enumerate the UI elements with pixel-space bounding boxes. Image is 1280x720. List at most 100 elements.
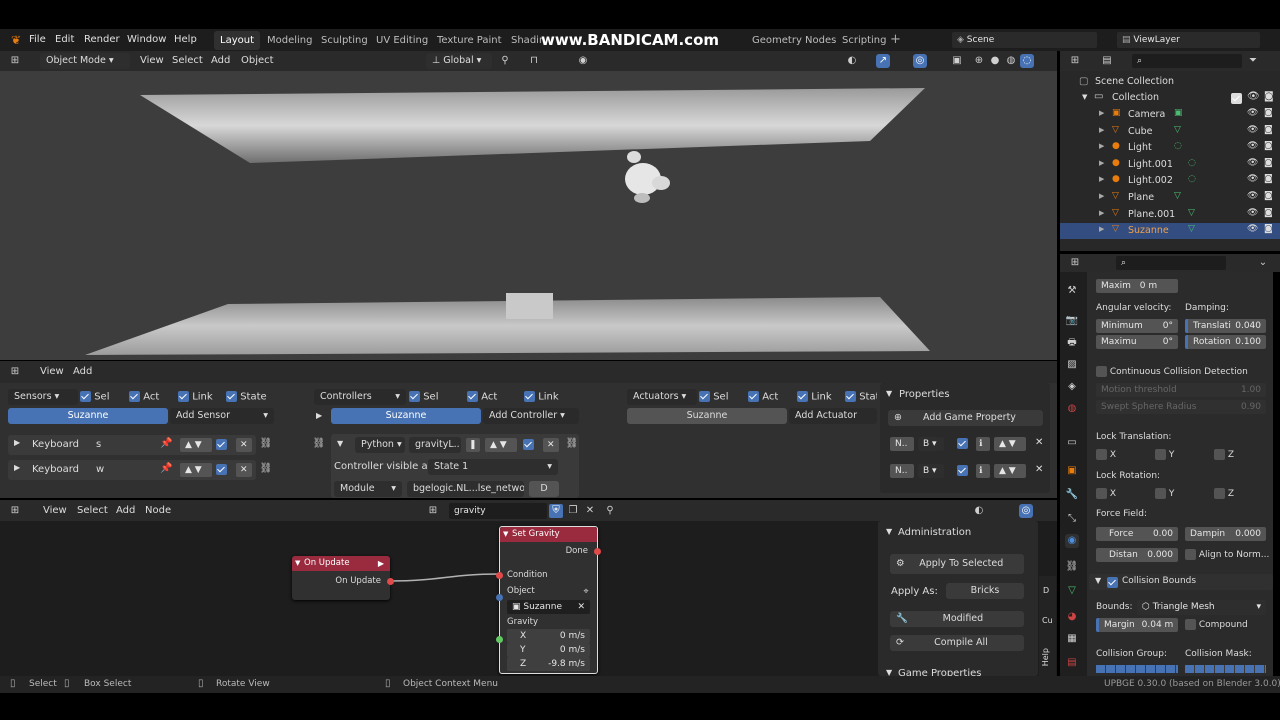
apply-as-dropdown[interactable]: Bricks: [946, 583, 1024, 599]
eyedropper-icon[interactable]: ⌖: [579, 585, 593, 599]
menu-file[interactable]: File: [29, 29, 46, 51]
game-property-debug-checkbox[interactable]: [957, 465, 968, 476]
expand-icon[interactable]: ▶: [316, 411, 322, 420]
sensors-object-button[interactable]: Suzanne: [8, 408, 168, 424]
properties-search[interactable]: ⌕: [1116, 256, 1226, 270]
actuators-dropdown[interactable]: Actuators ▾: [627, 389, 697, 405]
output-socket[interactable]: [387, 578, 394, 585]
mesh-data-icon[interactable]: ▽: [1174, 191, 1181, 201]
shading-solid-icon[interactable]: ●: [988, 54, 1002, 68]
node-menu-view[interactable]: View: [43, 505, 67, 516]
logic-menu-view[interactable]: View: [40, 366, 64, 377]
logic-editor-icon[interactable]: ⊞: [8, 365, 22, 379]
duplicate-icon[interactable]: ❐: [566, 504, 580, 518]
blender-logo-icon[interactable]: ❦: [9, 33, 23, 47]
link-icon[interactable]: ⛓: [259, 437, 273, 451]
scene-tab-icon[interactable]: ◈: [1065, 380, 1079, 394]
view-layer-tab-icon[interactable]: ▨: [1065, 358, 1079, 372]
actuators-flag-sel[interactable]: Sel: [699, 391, 728, 403]
link-icon[interactable]: ⛓: [565, 437, 579, 451]
tab-modeling[interactable]: Modeling: [261, 31, 319, 50]
expand-icon[interactable]: ▶: [1099, 209, 1104, 217]
outliner-editor-icon[interactable]: ⊞: [1068, 54, 1082, 68]
camera-data-icon[interactable]: ▣: [1174, 108, 1183, 118]
eye-icon[interactable]: 👁: [1247, 125, 1258, 135]
remove-property-icon[interactable]: ✕: [1035, 464, 1043, 475]
eye-icon[interactable]: 👁: [1247, 141, 1258, 151]
collision-bounds-checkbox[interactable]: [1107, 577, 1118, 588]
eye-icon[interactable]: 👁: [1247, 191, 1258, 201]
damping-field-input[interactable]: Dampin 0.000: [1185, 527, 1266, 541]
controller-type-dropdown[interactable]: Python ▾: [355, 437, 405, 453]
snap-icon[interactable]: ◐: [972, 504, 986, 518]
node-menu-add[interactable]: Add: [116, 505, 135, 516]
sensor-active-checkbox-1[interactable]: [216, 439, 227, 450]
tool-tab-icon[interactable]: ⚒: [1065, 284, 1079, 298]
outliner-item[interactable]: ▶ ▣ Camera ▣ 👁 ◙: [1060, 107, 1280, 123]
scene-collection-label[interactable]: Scene Collection: [1095, 76, 1174, 87]
mesh-data-icon[interactable]: ▽: [1188, 224, 1195, 234]
tab-scripting[interactable]: Scripting: [836, 31, 892, 50]
controller-name-field[interactable]: gravityL..: [409, 437, 461, 453]
menu-window[interactable]: Window: [127, 29, 166, 51]
sensors-flag-link[interactable]: Link: [178, 391, 213, 403]
tab-texture-paint[interactable]: Texture Paint: [431, 31, 508, 50]
ccd-checkbox[interactable]: [1096, 366, 1107, 377]
angular-max-field[interactable]: Maximu 0°: [1096, 335, 1178, 349]
lock-rotation-y[interactable]: Y: [1155, 488, 1174, 499]
render-tab-icon[interactable]: 📷: [1065, 314, 1079, 328]
camera-restrict-icon[interactable]: ◙: [1264, 141, 1273, 151]
ccd-row[interactable]: Continuous Collision Detection: [1096, 366, 1248, 377]
move-up-down-button[interactable]: ▲ ▼: [485, 438, 517, 452]
shading-material-icon[interactable]: ◍: [1004, 54, 1018, 68]
output-socket[interactable]: [594, 548, 601, 555]
game-property-name[interactable]: N..: [890, 464, 914, 478]
apply-to-selected-button[interactable]: ⚙ Apply To Selected: [890, 554, 1024, 574]
tab-cu[interactable]: Cu: [1042, 616, 1053, 625]
gravity-x-field[interactable]: X 0 m/s: [507, 629, 590, 643]
texture-tab-icon[interactable]: ▦: [1065, 632, 1079, 646]
actuators-object-button[interactable]: Suzanne: [627, 408, 787, 424]
viewport-menu-view[interactable]: View: [140, 55, 164, 66]
tab-sculpting[interactable]: Sculpting: [315, 31, 374, 50]
tab-shading[interactable]: Shading: [505, 31, 545, 50]
shield-icon[interactable]: ⛨: [549, 504, 563, 518]
gizmo-icon[interactable]: ↗: [876, 54, 890, 68]
eye-icon[interactable]: 👁: [1247, 108, 1258, 118]
light-data-icon[interactable]: ◌: [1174, 141, 1182, 151]
damping-rotation-field[interactable]: Rotation 0.100: [1185, 335, 1266, 349]
game-property-debug-checkbox[interactable]: [957, 438, 968, 449]
camera-restrict-icon[interactable]: ◙: [1264, 125, 1273, 135]
node-collapse-icon[interactable]: ▼: [503, 527, 508, 542]
damping-translation-field[interactable]: Translati 0.040: [1185, 319, 1266, 333]
overlay-icon[interactable]: ◎: [913, 54, 927, 68]
outliner-item[interactable]: ▶ ● Light.001 ◌ 👁 ◙: [1060, 157, 1280, 173]
camera-restrict-icon[interactable]: ◙: [1264, 208, 1273, 218]
camera-restrict-icon[interactable]: ◙: [1264, 191, 1273, 201]
move-up-down-button[interactable]: ▲ ▼: [994, 464, 1026, 478]
modifier-tab-icon[interactable]: 🔧: [1065, 488, 1079, 502]
add-game-property-button[interactable]: ⊕ Add Game Property: [888, 410, 1043, 426]
sensors-sel-checkbox[interactable]: [80, 391, 91, 402]
expand-icon[interactable]: ▶: [14, 463, 20, 472]
expand-icon[interactable]: ▶: [1099, 192, 1104, 200]
viewport-menu-select[interactable]: Select: [172, 55, 203, 66]
scene-selector[interactable]: ◈ Scene: [952, 32, 1097, 48]
sensors-link-checkbox[interactable]: [178, 391, 189, 402]
menu-help[interactable]: Help: [174, 29, 197, 51]
gravity-z-field[interactable]: Z -9.8 m/s: [507, 657, 590, 671]
lock-rotation-x-checkbox[interactable]: [1096, 488, 1107, 499]
physics-tab-icon[interactable]: ◉: [1065, 534, 1079, 548]
remove-sensor-button-1[interactable]: ✕: [236, 438, 252, 452]
motion-threshold-field[interactable]: Motion threshold 1.00: [1096, 383, 1266, 397]
lock-translation-z[interactable]: Z: [1214, 449, 1234, 460]
margin-field[interactable]: Margin 0.04 m: [1096, 618, 1178, 632]
particles-tab-icon[interactable]: ⤡: [1065, 512, 1079, 526]
viewport-canvas[interactable]: [0, 71, 1057, 360]
lock-rotation-z[interactable]: Z: [1214, 488, 1234, 499]
expand-icon[interactable]: ▶: [1099, 126, 1104, 134]
maxim-field[interactable]: Maxim 0 m: [1096, 279, 1178, 293]
expand-icon[interactable]: ▶: [1099, 159, 1104, 167]
light-data-icon[interactable]: ◌: [1188, 158, 1196, 168]
expand-icon[interactable]: ▼: [1082, 93, 1087, 101]
